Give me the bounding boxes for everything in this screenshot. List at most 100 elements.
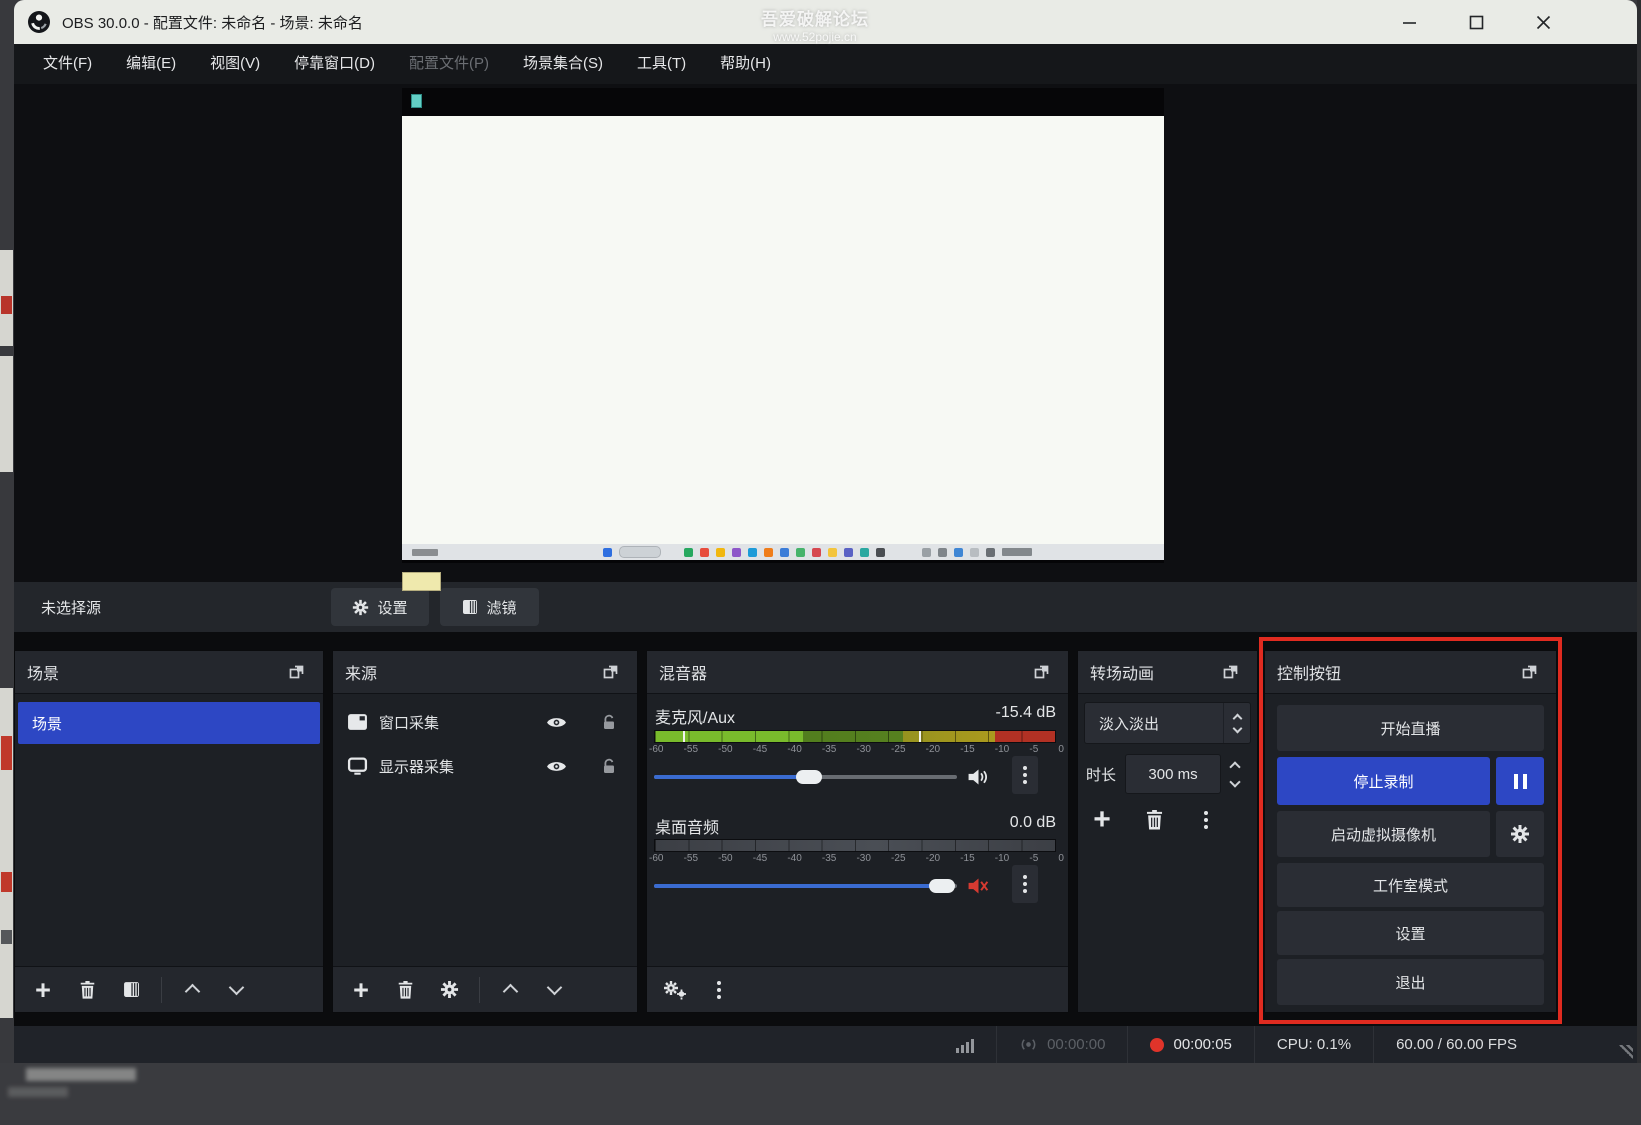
scene-move-down-button[interactable] — [222, 976, 250, 1004]
add-scene-button[interactable]: + — [29, 976, 57, 1004]
source-name: 窗口采集 — [379, 712, 439, 733]
menu-scene-collection[interactable]: 场景集合(S) — [506, 44, 620, 84]
advanced-audio-gears-icon[interactable] — [661, 976, 689, 1004]
pause-recording-button[interactable] — [1496, 757, 1544, 805]
duration-value: 300 ms — [1148, 766, 1197, 783]
menu-edit[interactable]: 编辑(E) — [109, 44, 193, 84]
popout-icon[interactable] — [283, 658, 311, 686]
start-streaming-button[interactable]: 开始直播 — [1277, 705, 1544, 751]
settings-button[interactable]: 设置 — [1277, 911, 1544, 955]
visibility-eye-icon[interactable] — [542, 752, 570, 780]
source-row-display-capture[interactable]: 显示器采集 — [333, 744, 637, 788]
scenes-dock-title: 场景 — [27, 660, 59, 684]
gear-icon — [1510, 824, 1530, 844]
source-properties-button[interactable]: 设置 — [331, 588, 429, 626]
source-filters-button[interactable]: 滤镜 — [440, 588, 539, 626]
add-source-button[interactable]: + — [347, 976, 375, 1004]
vu-meter-mic — [654, 730, 1056, 743]
source-properties-label: 设置 — [377, 597, 407, 618]
vu-scale: -60-55-50 -45-40-35 -30-25-20 -15-10-5 0 — [649, 744, 1064, 755]
menu-docks[interactable]: 停靠窗口(D) — [277, 44, 392, 84]
popout-icon[interactable] — [1217, 658, 1245, 686]
source-move-down-button[interactable] — [540, 976, 568, 1004]
duration-label: 时长 — [1086, 764, 1116, 785]
desktop-volume-slider[interactable] — [654, 873, 957, 899]
lock-icon[interactable] — [595, 708, 623, 736]
exit-button[interactable]: 退出 — [1277, 959, 1544, 1005]
studio-mode-button[interactable]: 工作室模式 — [1277, 863, 1544, 907]
obs-app-window: OBS 30.0.0 - 配置文件: 未命名 - 场景: 未命名 吾爱破解论坛 … — [0, 0, 1641, 1125]
transition-options-dots-button[interactable] — [1192, 806, 1220, 834]
stop-recording-button[interactable]: 停止录制 — [1277, 757, 1490, 805]
filters-icon — [462, 599, 478, 615]
background-text-blur — [8, 1087, 68, 1097]
background-edge — [1637, 0, 1641, 1063]
source-properties-gear-button[interactable] — [435, 976, 463, 1004]
display-capture-icon — [347, 757, 368, 775]
popout-icon[interactable] — [1516, 658, 1544, 686]
mixer-channel-level: -15.4 dB — [996, 704, 1056, 728]
controls-dock: 控制按钮 开始直播 停止录制 启动虚拟摄像机 工作室模式 — [1264, 650, 1557, 1013]
no-source-label: 未选择源 — [41, 597, 101, 618]
remove-transition-button[interactable] — [1140, 806, 1168, 834]
mixer-dock-title: 混音器 — [659, 660, 707, 684]
window-capture-icon — [347, 713, 368, 731]
preview-canvas[interactable] — [402, 88, 1164, 563]
menu-bar: 文件(F) 编辑(E) 视图(V) 停靠窗口(D) 配置文件(P) 场景集合(S… — [14, 44, 1637, 84]
mixer-channel-name: 桌面音频 — [655, 814, 719, 838]
duration-input[interactable]: 300 ms — [1125, 754, 1221, 794]
captured-taskbar-start-icon — [603, 548, 612, 557]
background-bottom-band — [0, 1063, 1641, 1125]
cpu-usage: CPU: 0.1% — [1277, 1036, 1351, 1053]
menu-profile[interactable]: 配置文件(P) — [392, 44, 506, 84]
virtual-camera-settings-button[interactable] — [1496, 811, 1544, 857]
slider-handle[interactable] — [929, 879, 955, 893]
remove-scene-button[interactable] — [73, 976, 101, 1004]
close-button[interactable] — [1528, 7, 1558, 37]
minimize-button[interactable] — [1394, 7, 1424, 37]
vu-meter-desktop — [654, 839, 1056, 852]
transition-select[interactable]: 淡入淡出 — [1084, 702, 1251, 744]
scene-list-item-selected[interactable]: 场景 — [18, 702, 320, 744]
scene-filters-button[interactable] — [117, 976, 145, 1004]
duration-spinner[interactable] — [1231, 763, 1239, 786]
source-move-up-button[interactable] — [496, 976, 524, 1004]
controls-dock-title: 控制按钮 — [1277, 660, 1341, 684]
captured-screen-edge — [402, 560, 1164, 563]
slider-handle[interactable] — [796, 770, 822, 784]
mic-options-dots-button[interactable] — [1012, 756, 1038, 794]
title-bar: OBS 30.0.0 - 配置文件: 未命名 - 场景: 未命名 — [14, 0, 1637, 44]
desktop-options-dots-button[interactable] — [1012, 865, 1038, 903]
lock-icon[interactable] — [595, 752, 623, 780]
mixer-dock: 混音器 麦克风/Aux -15.4 dB -60-55-50 -45-40-35… — [646, 650, 1069, 1013]
scene-name: 场景 — [32, 713, 62, 734]
menu-view[interactable]: 视图(V) — [193, 44, 277, 84]
remove-source-button[interactable] — [391, 976, 419, 1004]
window-resize-grip[interactable] — [1619, 1045, 1633, 1059]
background-red-text-fragment — [1, 736, 12, 770]
mic-unmuted-speaker-icon[interactable] — [965, 764, 991, 790]
background-window-sliver — [0, 356, 13, 472]
fps-indicator: 60.00 / 60.00 FPS — [1396, 1036, 1517, 1053]
background-text-fragment — [1, 930, 12, 944]
transitions-dock: 转场动画 淡入淡出 时长 300 ms — [1077, 650, 1258, 1013]
source-row-window-capture[interactable]: 窗口采集 — [333, 700, 637, 744]
sources-dock-title: 来源 — [345, 660, 377, 684]
mixer-options-dots-button[interactable] — [705, 976, 733, 1004]
menu-tools[interactable]: 工具(T) — [620, 44, 703, 84]
captured-window-titlebar — [402, 88, 1164, 116]
menu-file[interactable]: 文件(F) — [26, 44, 109, 84]
mic-volume-slider[interactable] — [654, 764, 957, 790]
desktop-muted-speaker-icon[interactable] — [965, 873, 991, 899]
background-red-text-fragment — [1, 872, 12, 892]
start-virtual-camera-button[interactable]: 启动虚拟摄像机 — [1277, 811, 1490, 857]
popout-icon[interactable] — [1028, 658, 1056, 686]
visibility-eye-icon[interactable] — [542, 708, 570, 736]
menu-help[interactable]: 帮助(H) — [703, 44, 788, 84]
scene-move-up-button[interactable] — [178, 976, 206, 1004]
maximize-button[interactable] — [1461, 7, 1491, 37]
scenes-dock: 场景 场景 + — [14, 650, 324, 1013]
popout-icon[interactable] — [597, 658, 625, 686]
add-transition-button[interactable]: + — [1088, 806, 1116, 834]
transition-select-spinner[interactable] — [1223, 703, 1250, 743]
